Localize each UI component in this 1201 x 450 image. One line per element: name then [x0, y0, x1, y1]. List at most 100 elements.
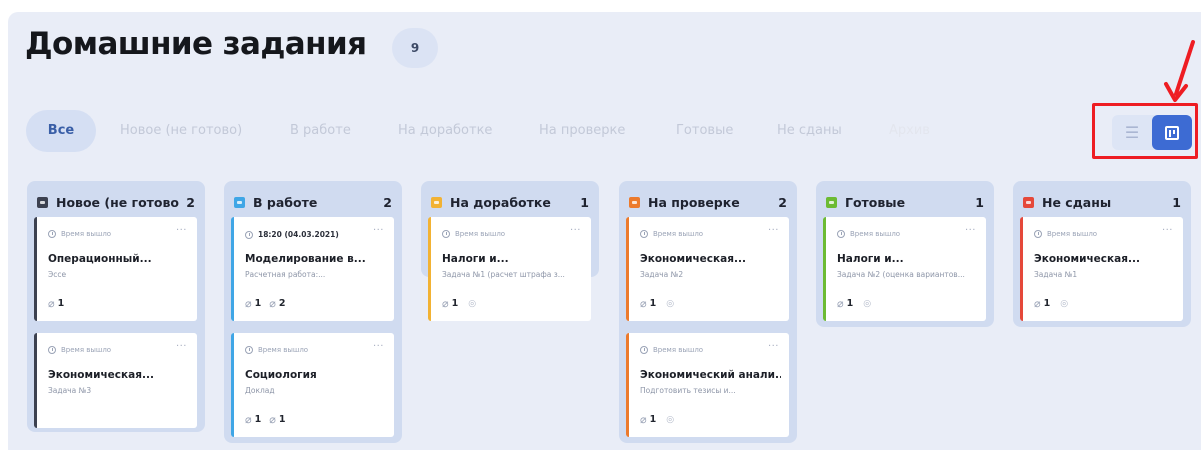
- link-icon: ⌀: [269, 413, 276, 426]
- deadline: Время вышло: [1034, 230, 1097, 238]
- card-title: Операционный...: [48, 253, 152, 265]
- card-title: Экономическая...: [640, 253, 746, 265]
- deadline-text: Время вышло: [61, 230, 112, 238]
- card-title: Моделирование в...: [245, 253, 366, 265]
- clock-icon: [442, 230, 450, 238]
- board-view-button[interactable]: [1152, 115, 1192, 150]
- more-options-icon[interactable]: ···: [1162, 225, 1173, 236]
- kanban-board-icon: [1165, 125, 1179, 140]
- task-card[interactable]: Время вышло ··· Экономическая... Задача №1 ⌀…: [1020, 217, 1183, 321]
- card-meta: ⌀ 1 ◎: [1034, 297, 1068, 310]
- deadline-text: Время вышло: [653, 346, 704, 354]
- column-count: 2: [778, 194, 787, 210]
- clock-icon: [48, 346, 56, 354]
- tab-all[interactable]: Все: [26, 110, 96, 152]
- deadline: Время вышло: [48, 346, 111, 354]
- task-card[interactable]: Время вышло ··· Социология Доклад ⌀ 1 ⌀ 1: [231, 333, 394, 437]
- clock-icon: [837, 230, 845, 238]
- clock-icon: [245, 230, 253, 239]
- column-header: В работе 2: [234, 193, 392, 211]
- card-meta: ⌀ 1 ⌀ 1: [245, 413, 286, 426]
- deadline: Время вышло: [245, 346, 308, 354]
- board-column: На доработке 1 Время вышло ··· Налоги и... За…: [421, 181, 599, 321]
- column-header: Не сданы 1: [1023, 193, 1181, 211]
- more-options-icon[interactable]: ···: [373, 225, 384, 236]
- more-options-icon[interactable]: ···: [373, 341, 384, 352]
- tab-done[interactable]: Готовые: [676, 110, 733, 152]
- deadline-text: Время вышло: [455, 230, 506, 238]
- eye-icon: ◎: [666, 414, 675, 425]
- attachments-count: 1: [1043, 298, 1051, 309]
- deadline-text: Время вышло: [653, 230, 704, 238]
- card-title: Экономическая...: [1034, 253, 1140, 265]
- paperclip-icon: ⌀: [837, 297, 844, 310]
- card-subtitle: Задача №3: [48, 386, 92, 395]
- more-options-icon[interactable]: ···: [570, 225, 581, 236]
- paperclip-icon: ⌀: [245, 297, 252, 310]
- eye-icon: ◎: [1060, 298, 1069, 309]
- task-card[interactable]: Время вышло ··· Экономическая... Задача №3: [34, 333, 197, 428]
- tab-not-submitted[interactable]: Не сданы: [777, 110, 842, 152]
- card-title: Социология: [245, 369, 317, 381]
- column-header: На доработке 1: [431, 193, 589, 211]
- status-color-icon: [37, 196, 48, 208]
- attachments-count: 1: [451, 298, 459, 309]
- deadline: Время вышло: [640, 346, 703, 354]
- task-card[interactable]: 18:20 (04.03.2021) ··· Моделирование в... Р…: [231, 217, 394, 321]
- column-header: Готовые 1: [826, 193, 984, 211]
- task-card[interactable]: Время вышло ··· Налоги и... Задача №2 (оцен…: [823, 217, 986, 321]
- column-count: 2: [186, 194, 195, 210]
- more-options-icon[interactable]: ···: [965, 225, 976, 236]
- attachments-count: 1: [649, 414, 657, 425]
- eye-icon: ◎: [468, 298, 477, 309]
- page-title: Домашние задания: [25, 26, 367, 62]
- tab-in-progress[interactable]: В работе: [290, 110, 351, 152]
- clock-icon: [640, 230, 648, 238]
- task-card[interactable]: Время вышло ··· Экономическая... Задача №2 ⌀…: [626, 217, 789, 321]
- attachments-count: 1: [846, 298, 854, 309]
- deadline-text: 18:20 (04.03.2021): [258, 230, 339, 239]
- column-title: На доработке: [450, 194, 551, 210]
- column-title: В работе: [253, 194, 318, 210]
- more-options-icon[interactable]: ···: [176, 341, 187, 352]
- list-view-button[interactable]: ☰: [1112, 115, 1152, 150]
- card-subtitle: Эссе: [48, 270, 67, 279]
- deadline: Время вышло: [640, 230, 703, 238]
- column-header: Новое (не готово) 2: [37, 193, 195, 211]
- deadline: Время вышло: [48, 230, 111, 238]
- eye-icon: ◎: [666, 298, 675, 309]
- status-color-icon: [431, 196, 442, 208]
- more-options-icon[interactable]: ···: [768, 225, 779, 236]
- tab-archive[interactable]: Архив: [889, 110, 930, 152]
- card-subtitle: Задача №2: [640, 270, 684, 279]
- more-options-icon[interactable]: ···: [768, 341, 779, 352]
- tab-review[interactable]: На проверке: [539, 110, 625, 152]
- card-meta: ⌀ 1 ◎: [640, 297, 674, 310]
- task-card[interactable]: Время вышло ··· Налоги и... Задача №1 (расч…: [428, 217, 591, 321]
- task-card[interactable]: Время вышло ··· Экономический анали... Подг…: [626, 333, 789, 437]
- column-header: На проверке 2: [629, 193, 787, 211]
- card-subtitle: Задача №1: [1034, 270, 1078, 279]
- status-color-icon: [1023, 196, 1034, 208]
- status-color-icon: [234, 196, 245, 208]
- card-meta: ⌀ 1 ◎: [837, 297, 871, 310]
- tab-new[interactable]: Новое (не готово): [120, 110, 242, 152]
- column-count: 1: [1172, 194, 1181, 210]
- eye-icon: ◎: [863, 298, 872, 309]
- view-toggle: ☰: [1112, 115, 1192, 150]
- more-options-icon[interactable]: ···: [176, 225, 187, 236]
- links-count: 1: [278, 414, 286, 425]
- attachments-count: 1: [649, 298, 657, 309]
- card-subtitle: Доклад: [245, 386, 275, 395]
- column-title: На проверке: [648, 194, 740, 210]
- paperclip-icon: ⌀: [442, 297, 449, 310]
- deadline-text: Время вышло: [850, 230, 901, 238]
- tab-rework[interactable]: На доработке: [398, 110, 492, 152]
- task-card[interactable]: Время вышло ··· Операционный... Эссе ⌀ 1: [34, 217, 197, 321]
- column-title: Новое (не готово): [56, 194, 181, 210]
- card-meta: ⌀ 1 ◎: [442, 297, 476, 310]
- list-icon: ☰: [1124, 123, 1140, 142]
- paperclip-icon: ⌀: [640, 413, 647, 426]
- attachments-count: 1: [254, 298, 262, 309]
- deadline: Время вышло: [442, 230, 505, 238]
